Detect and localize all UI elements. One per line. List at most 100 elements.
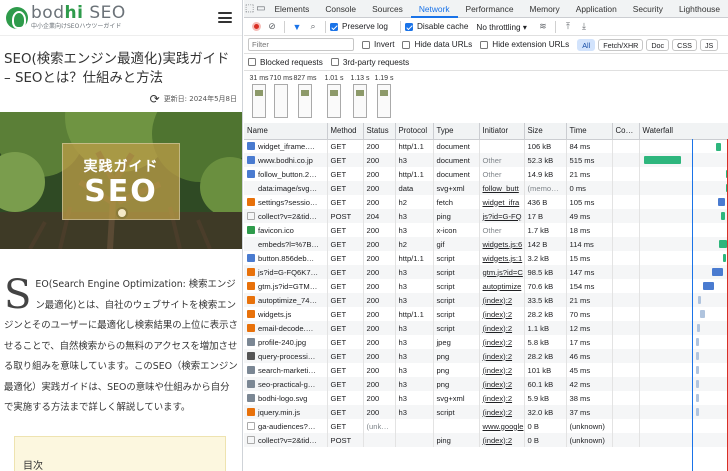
- record-button[interactable]: [248, 19, 264, 35]
- table-of-contents[interactable]: 目次: [14, 436, 226, 471]
- request-connection: [612, 167, 640, 181]
- column-header-time[interactable]: Time: [566, 123, 613, 140]
- site-logo[interactable]: bodhi SEO 中小企業向けSEOハウツーガイド: [31, 5, 126, 30]
- request-initiator: widget_ifra: [479, 195, 525, 209]
- filmstrip-frame[interactable]: 1.19 s: [369, 75, 399, 118]
- resource-type-icon: [247, 323, 255, 332]
- request-time: 0 ms: [566, 181, 613, 195]
- tab-network[interactable]: Network: [410, 0, 458, 18]
- table-row[interactable]: embeds?l=%7B… GET 200 h2 gif widgets.js:6 142 …: [244, 237, 728, 251]
- table-row[interactable]: follow_button.2… GET 200 http/1.1 document Ot…: [244, 167, 728, 181]
- intro-text: EO(Search Engine Optimization: 検索エンジン最適化…: [4, 279, 238, 413]
- filmstrip-frame[interactable]: 827 ms: [290, 75, 320, 118]
- column-header-connection[interactable]: Co…: [612, 123, 640, 140]
- menu-hamburger-icon[interactable]: [218, 12, 232, 23]
- tab-console[interactable]: Console: [317, 0, 364, 18]
- table-row[interactable]: jquery.min.js GET 200 h3 script (index):2 32.0…: [244, 405, 728, 419]
- inspect-element-icon[interactable]: ⬚: [244, 0, 255, 18]
- table-row[interactable]: collect?v=2&tid… POST 204 h3 ping js?id=G-FQ 1…: [244, 209, 728, 223]
- table-row[interactable]: favicon.ico GET 200 h3 x-icon Other 1.7 kB 18 m…: [244, 223, 728, 237]
- preserve-log-checkbox[interactable]: Preserve log: [330, 22, 388, 31]
- blocked-requests-checkbox[interactable]: Blocked requests: [248, 58, 323, 67]
- clear-icon[interactable]: ⊘: [264, 19, 280, 35]
- request-type: document: [433, 167, 480, 181]
- request-connection: [612, 419, 640, 433]
- request-protocol: http/1.1: [395, 251, 434, 265]
- bodhi-logo-icon[interactable]: [6, 6, 28, 29]
- filter-type-doc[interactable]: Doc: [646, 38, 670, 51]
- request-size: 0 B: [524, 419, 567, 433]
- table-row[interactable]: data:image/svg… GET 200 data svg+xml follow_b…: [244, 181, 728, 195]
- tab-elements[interactable]: Elements: [266, 0, 317, 18]
- table-row[interactable]: seo-practical-g… GET 200 h3 png (index):2 60.1…: [244, 377, 728, 391]
- table-row[interactable]: collect?v=2&tid… POST ping (index):2 0 B (unk…: [244, 433, 728, 447]
- logo-main-text: bodhi SEO: [31, 3, 126, 23]
- filter-icon[interactable]: ▼: [289, 19, 305, 35]
- tab-sources[interactable]: Sources: [364, 0, 411, 18]
- third-party-requests-checkbox[interactable]: 3rd-party requests: [330, 58, 409, 67]
- request-type: script: [433, 251, 480, 265]
- search-icon[interactable]: ⌕: [305, 19, 321, 35]
- table-row[interactable]: widget_iframe.… GET 200 http/1.1 document 106…: [244, 139, 728, 153]
- request-status: 200: [363, 181, 396, 195]
- request-connection: [612, 405, 640, 419]
- device-toolbar-icon[interactable]: ▭: [255, 0, 266, 18]
- table-row[interactable]: js?id=G-FQ6K7… GET 200 h3 script gtm.js?id=C 9…: [244, 265, 728, 279]
- column-header-initiator[interactable]: Initiator: [479, 123, 525, 140]
- request-initiator: widgets.js:1: [479, 251, 525, 265]
- request-waterfall: [639, 209, 728, 223]
- filter-type-css[interactable]: CSS: [672, 38, 697, 51]
- waterfall-bar: [695, 380, 699, 388]
- invert-checkbox[interactable]: Invert: [362, 40, 394, 49]
- request-waterfall: [639, 237, 728, 251]
- hide-extension-urls-checkbox[interactable]: Hide extension URLs: [480, 40, 569, 49]
- filter-type-all[interactable]: All: [577, 38, 596, 51]
- tab-lighthouse[interactable]: Lighthouse: [671, 0, 728, 18]
- table-row[interactable]: autoptimize_74… GET 200 h3 script (index):2 33…: [244, 293, 728, 307]
- blocked-requests-label: Blocked requests: [260, 57, 323, 67]
- request-connection: [612, 433, 640, 447]
- table-row[interactable]: query-processi… GET 200 h3 png (index):2 28.2 …: [244, 349, 728, 363]
- table-row[interactable]: search-marketi… GET 200 h3 png (index):2 101 k…: [244, 363, 728, 377]
- hide-data-urls-checkbox[interactable]: Hide data URLs: [402, 40, 472, 49]
- table-row[interactable]: bodhi-logo.svg GET 200 h3 svg+xml (index):2 5.…: [244, 391, 728, 405]
- filter-input[interactable]: [248, 38, 354, 51]
- column-header-size[interactable]: Size: [524, 123, 567, 140]
- column-header-name[interactable]: Name: [244, 123, 328, 140]
- request-protocol: h3: [395, 265, 434, 279]
- table-row[interactable]: widgets.js GET 200 http/1.1 script (index):2 2…: [244, 307, 728, 321]
- table-row[interactable]: gtm.js?id=GTM… GET 200 h3 script autoptimize 7…: [244, 279, 728, 293]
- table-row[interactable]: www.bodhi.co.jp GET 200 h3 document Other 52.3…: [244, 153, 728, 167]
- request-waterfall: [639, 307, 728, 321]
- column-header-waterfall[interactable]: Waterfall: [639, 123, 728, 140]
- tab-security[interactable]: Security: [625, 0, 671, 18]
- tab-memory[interactable]: Memory: [522, 0, 568, 18]
- request-method: GET: [327, 363, 364, 377]
- table-row[interactable]: ga-audiences?… GET (unk… www.google 0 B (unkn…: [244, 419, 728, 433]
- column-header-type[interactable]: Type: [433, 123, 480, 140]
- column-header-protocol[interactable]: Protocol: [395, 123, 434, 140]
- tab-application[interactable]: Application: [568, 0, 625, 18]
- request-initiator: (index):2: [479, 363, 525, 377]
- request-name: bodhi-logo.svg: [244, 391, 328, 405]
- table-row[interactable]: email-decode.… GET 200 h3 script (index):2 1.1…: [244, 321, 728, 335]
- wifi-icon[interactable]: ≋: [535, 19, 551, 35]
- request-method: GET: [327, 223, 364, 237]
- table-row[interactable]: button.856deb… GET 200 http/1.1 script widget…: [244, 251, 728, 265]
- column-header-status[interactable]: Status: [363, 123, 396, 140]
- request-status: 200: [363, 293, 396, 307]
- request-connection: [612, 307, 640, 321]
- export-har-icon[interactable]: ⤓: [576, 19, 592, 35]
- table-row[interactable]: settings?sessio… GET 200 h2 fetch widget_ifra…: [244, 195, 728, 209]
- filter-type-js[interactable]: JS: [699, 38, 719, 51]
- request-name: jquery.min.js: [244, 405, 328, 419]
- request-method: GET: [327, 419, 364, 433]
- filter-type-fetch-xhr[interactable]: Fetch/XHR: [598, 38, 644, 51]
- waterfall-bar: [696, 324, 700, 332]
- disable-cache-checkbox[interactable]: Disable cache: [404, 22, 468, 31]
- table-row[interactable]: profile-240.jpg GET 200 h3 jpeg (index):2 5.8 …: [244, 335, 728, 349]
- throttling-select[interactable]: No throttling ▾: [476, 22, 527, 32]
- import-har-icon[interactable]: ⤒: [560, 19, 576, 35]
- tab-performance[interactable]: Performance: [458, 0, 522, 18]
- column-header-method[interactable]: Method: [327, 123, 364, 140]
